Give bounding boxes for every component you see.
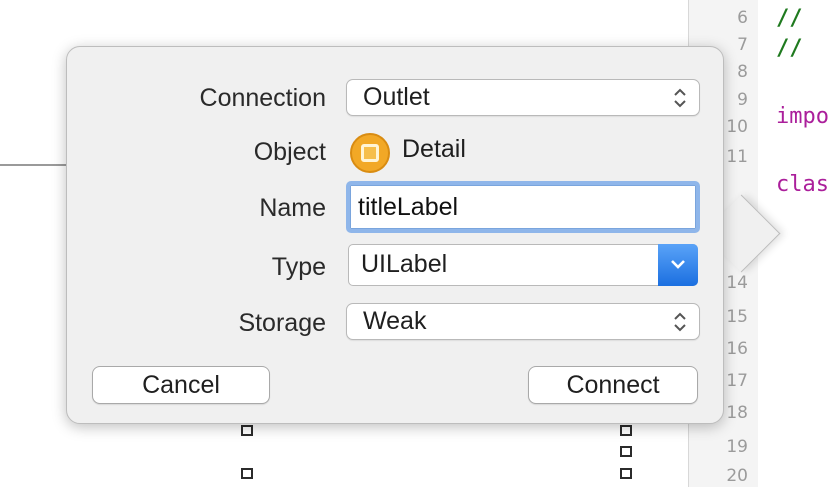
storage-value: Weak xyxy=(363,307,427,335)
type-combobox[interactable]: UILabel xyxy=(348,244,698,286)
code-line[interactable]: // xyxy=(776,6,803,31)
updown-chevron-icon xyxy=(674,312,686,332)
connection-select[interactable]: Outlet xyxy=(346,79,700,116)
connect-button[interactable]: Connect xyxy=(528,366,698,404)
resize-handle[interactable] xyxy=(241,425,253,436)
line-number: 6 xyxy=(737,8,748,28)
resize-handle[interactable] xyxy=(620,425,632,436)
line-number: 20 xyxy=(726,466,748,486)
name-label: Name xyxy=(259,194,326,222)
resize-handle[interactable] xyxy=(620,446,632,457)
connection-label: Connection xyxy=(199,84,326,112)
connector-line xyxy=(0,164,70,166)
cancel-button[interactable]: Cancel xyxy=(92,366,270,404)
type-value[interactable]: UILabel xyxy=(361,250,447,279)
resize-handle[interactable] xyxy=(241,468,253,479)
line-number: 19 xyxy=(726,437,748,457)
object-value: Detail xyxy=(402,135,466,163)
code-line[interactable]: clas xyxy=(776,172,829,197)
storage-label: Storage xyxy=(238,309,326,337)
resize-handle[interactable] xyxy=(620,468,632,479)
type-label: Type xyxy=(271,253,326,281)
type-dropdown-button[interactable] xyxy=(658,244,698,286)
view-controller-icon xyxy=(350,133,390,173)
chevron-down-icon xyxy=(671,260,685,269)
updown-chevron-icon xyxy=(674,88,686,108)
name-field[interactable] xyxy=(346,181,700,233)
code-line[interactable]: // xyxy=(776,36,803,61)
code-line[interactable]: impo xyxy=(776,104,829,129)
connection-value: Outlet xyxy=(363,83,430,111)
storage-select[interactable]: Weak xyxy=(346,303,700,340)
object-label: Object xyxy=(253,138,326,166)
